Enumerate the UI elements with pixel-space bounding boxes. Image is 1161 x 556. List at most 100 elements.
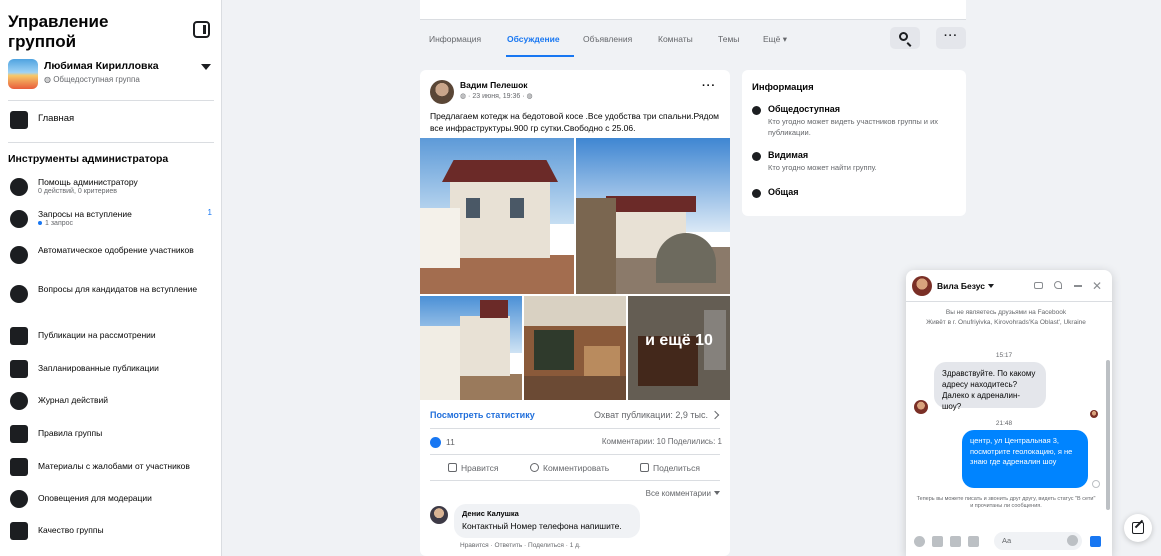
tab-announcements[interactable]: Объявления (583, 34, 632, 44)
post-photo[interactable] (420, 138, 574, 294)
message-input[interactable]: Aa (994, 532, 1082, 550)
thumbs-up-icon (448, 463, 457, 472)
pending-posts-icon (10, 327, 28, 345)
post-photo-more[interactable]: и ещё 10 (628, 296, 730, 400)
tab-info[interactable]: Информация (429, 34, 481, 44)
plus-icon[interactable] (914, 536, 925, 547)
comment-share-stats[interactable]: Комментарии: 10 Поделились: 1 (602, 437, 722, 446)
avatar[interactable] (430, 506, 448, 524)
seen-avatar (1090, 410, 1098, 418)
globe-icon (752, 106, 761, 115)
comment-bubble: Денис Калушка Контактный Номер телефона … (454, 504, 640, 538)
rules-icon (10, 425, 28, 443)
outgoing-message: центр, ул Центральная 3, посмотрите геол… (962, 430, 1088, 488)
active-tab-indicator (506, 55, 574, 57)
activity-log-icon (10, 392, 28, 410)
message-timestamp: 15:17 (995, 352, 1013, 359)
comment-actions[interactable]: Нравится · Ответить · Поделиться · 1 д. (460, 542, 581, 549)
post-photo[interactable] (576, 138, 730, 294)
minimize-icon[interactable] (1074, 285, 1082, 287)
chat-footer-note: Теперь вы можете писать и звонить друг д… (916, 496, 1096, 509)
about-card: Информация Общедоступная Кто угодно може… (742, 70, 966, 216)
post-card: Вадим Пелешок ◍ · 23 июня, 19:36 · ◍ ···… (420, 70, 730, 556)
tab-topics[interactable]: Темы (718, 34, 739, 44)
message-timestamp: 21:48 (995, 420, 1013, 427)
chevron-down-icon (987, 284, 994, 288)
more-options-button[interactable]: ··· (936, 27, 966, 49)
close-icon[interactable]: ✕ (1092, 280, 1102, 292)
new-message-button[interactable] (1124, 514, 1152, 542)
auto-approve-icon (10, 246, 28, 264)
avatar[interactable] (912, 276, 932, 296)
comment-filter-dropdown[interactable]: Все комментарии (646, 489, 720, 498)
reaction-count[interactable]: 11 (446, 437, 455, 447)
post-photo[interactable] (420, 296, 522, 400)
collapse-sidebar-icon[interactable] (193, 21, 210, 38)
sidebar-title: Управление группой (8, 12, 109, 51)
view-insights-link[interactable]: Посмотреть статистику (430, 410, 535, 420)
search-button[interactable] (890, 27, 920, 49)
chat-location-note: Живёт в г. Onufriyivka, Kirovohrads'Ka O… (926, 319, 1086, 326)
post-date[interactable]: ◍ · 23 июня, 19:36 · ◍ (460, 92, 533, 100)
help-icon (10, 178, 28, 196)
reports-icon (10, 458, 28, 476)
tab-discussion[interactable]: Обсуждение (507, 34, 560, 44)
tab-rooms[interactable]: Комнаты (658, 34, 693, 44)
quality-icon (10, 522, 28, 540)
chat-scrollbar[interactable] (1106, 360, 1110, 510)
sidebar-item-sub: 0 действий, 0 критериев (38, 188, 117, 195)
chat-window: Вила Безус ✕ Вы не являетесь друзьями на… (906, 270, 1112, 556)
group-switcher[interactable]: Любимая Кирилловка ◍ Общедоступная групп… (8, 58, 213, 94)
admin-tools-heading: Инструменты администратора (8, 153, 169, 165)
gif-icon[interactable] (968, 536, 979, 547)
chat-composer: Aa (906, 528, 1112, 556)
thumbs-up-icon[interactable] (1090, 536, 1101, 547)
divider (430, 428, 720, 429)
visibility-description: Кто угодно может найти группу. (768, 163, 877, 172)
group-privacy: ◍ Общедоступная группа (44, 75, 140, 84)
share-icon (640, 463, 649, 472)
sidebar-item-label: Помощь администратору (38, 177, 138, 187)
comment-author[interactable]: Денис Калушка (462, 509, 519, 518)
more-photos-label: и ещё 10 (645, 332, 713, 349)
questions-icon (10, 285, 28, 303)
tab-more[interactable]: Ещё ▾ (763, 34, 787, 45)
group-avatar (8, 59, 38, 89)
more-icon[interactable]: ··· (702, 80, 716, 92)
count-badge: 1 (207, 208, 212, 217)
sidebar-item-home[interactable]: Главная (8, 106, 214, 136)
eye-icon (752, 152, 761, 161)
chevron-down-icon (714, 491, 720, 495)
group-tabs: Информация Обсуждение Объявления Комнаты… (420, 24, 966, 58)
sidebar-item-label: Вопросы для кандидатов на вступление (38, 284, 198, 294)
photo-icon[interactable] (932, 536, 943, 547)
sticker-icon[interactable] (950, 536, 961, 547)
about-title: Информация (752, 82, 814, 93)
avatar[interactable] (430, 80, 454, 104)
post-photo[interactable] (524, 296, 626, 400)
chat-contact-name[interactable]: Вила Безус (937, 281, 994, 291)
sidebar-item-label: Материалы с жалобами от участников (38, 461, 190, 471)
comment-button[interactable]: Комментировать (530, 463, 609, 473)
like-button[interactable]: Нравится (448, 463, 499, 473)
post-reach[interactable]: Охват публикации: 2,9 тыс. (594, 410, 720, 420)
group-name: Любимая Кирилловка (44, 60, 159, 72)
divider (8, 100, 214, 101)
sidebar-item-label: Главная (38, 113, 75, 124)
privacy-heading: Общедоступная (768, 104, 841, 114)
phone-icon[interactable] (1054, 281, 1062, 289)
sidebar-item-label: Автоматическое одобрение участников (38, 245, 194, 255)
divider (8, 142, 214, 143)
sidebar-item-label: Качество группы (38, 525, 104, 535)
more-icon: ··· (944, 30, 958, 42)
sidebar-item-label: Оповещения для модерации (38, 493, 152, 503)
chevron-down-icon[interactable] (201, 64, 211, 70)
admin-sidebar: Управление группой Любимая Кирилловка ◍ … (0, 0, 222, 556)
post-author[interactable]: Вадим Пелешок (460, 80, 528, 90)
privacy-description: Кто угодно может видеть участников групп… (768, 117, 939, 137)
divider (430, 480, 720, 481)
comment-icon (530, 463, 539, 472)
share-button[interactable]: Поделиться (640, 463, 700, 473)
emoji-icon[interactable] (1067, 535, 1078, 546)
video-call-icon[interactable] (1034, 282, 1043, 289)
